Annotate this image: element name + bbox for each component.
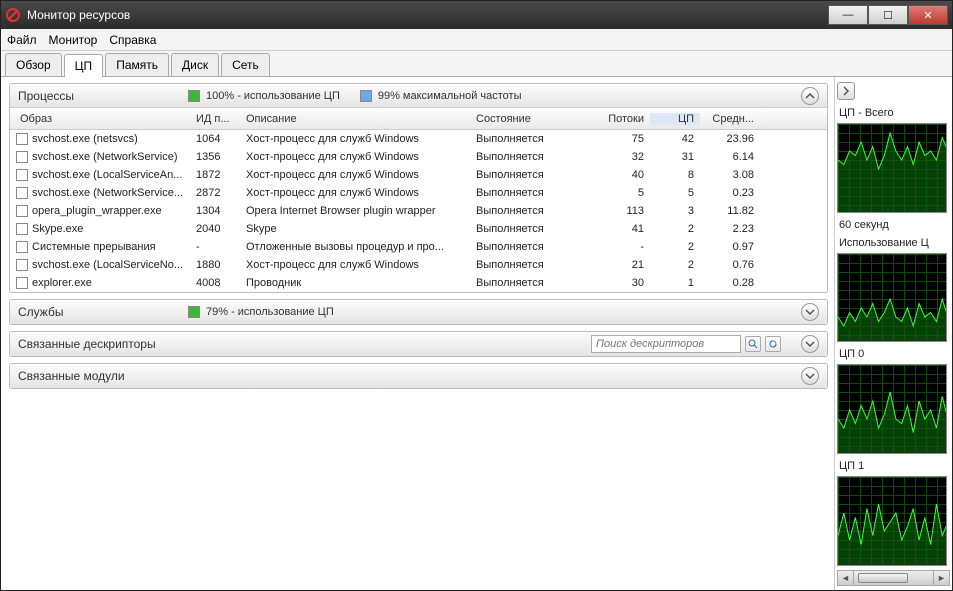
- collapse-button[interactable]: [801, 87, 819, 105]
- close-button[interactable]: ✕: [908, 5, 948, 25]
- side-top: [837, 81, 950, 101]
- graph-label-cpu0: ЦП 0: [837, 346, 950, 360]
- side-panel: ЦП - Всего 60 секунд Использование Ц ЦП …: [834, 77, 952, 590]
- chevron-down-icon: [805, 339, 815, 349]
- tab-disk[interactable]: Диск: [171, 53, 219, 76]
- tab-cpu[interactable]: ЦП: [64, 54, 104, 77]
- tab-memory[interactable]: Память: [105, 53, 169, 76]
- col-avg[interactable]: Средн...: [700, 113, 760, 125]
- table-row[interactable]: opera_plugin_wrapper.exe1304Opera Intern…: [10, 202, 827, 220]
- menubar: Файл Монитор Справка: [1, 29, 952, 51]
- tabbar: Обзор ЦП Память Диск Сеть: [1, 51, 952, 77]
- table-row[interactable]: svchost.exe (netsvcs)1064Хост-процесс дл…: [10, 130, 827, 148]
- table-row[interactable]: explorer.exe4008ПроводникВыполняется3010…: [10, 274, 827, 292]
- row-checkbox[interactable]: [16, 151, 28, 163]
- cpu-usage-meter: 100% - использование ЦП: [188, 90, 340, 102]
- main-panel: Процессы 100% - использование ЦП 99% мак…: [1, 77, 834, 590]
- side-scrollbar[interactable]: ◄ ►: [837, 570, 950, 586]
- window-title: Монитор ресурсов: [27, 8, 828, 22]
- table-header: Образ ИД п... Описание Состояние Потоки …: [10, 108, 827, 130]
- chevron-right-icon: [841, 86, 851, 96]
- refresh-icon: [768, 339, 778, 349]
- table-row[interactable]: svchost.exe (NetworkService)1356Хост-про…: [10, 148, 827, 166]
- search-button[interactable]: [745, 336, 761, 352]
- minimize-button[interactable]: —: [828, 5, 868, 25]
- menu-help[interactable]: Справка: [109, 33, 156, 47]
- table-row[interactable]: Системные прерывания-Отложенные вызовы п…: [10, 238, 827, 256]
- search-icon: [748, 339, 758, 349]
- handles-title: Связанные дескрипторы: [18, 337, 156, 351]
- row-checkbox[interactable]: [16, 187, 28, 199]
- col-threads[interactable]: Потоки: [590, 113, 650, 125]
- services-cpu-meter: 79% - использование ЦП: [188, 306, 334, 318]
- processes-title: Процессы: [18, 89, 168, 103]
- services-panel: Службы 79% - использование ЦП: [9, 299, 828, 325]
- table-row[interactable]: svchost.exe (LocalServiceAn...1872Хост-п…: [10, 166, 827, 184]
- table-row[interactable]: svchost.exe (LocalServiceNo...1880Хост-п…: [10, 256, 827, 274]
- services-header[interactable]: Службы 79% - использование ЦП: [10, 300, 827, 324]
- expand-button[interactable]: [801, 367, 819, 385]
- row-checkbox[interactable]: [16, 277, 28, 289]
- table-row[interactable]: svchost.exe (NetworkService...2872Хост-п…: [10, 184, 827, 202]
- resource-monitor-window: Монитор ресурсов — ☐ ✕ Файл Монитор Спра…: [0, 0, 953, 591]
- graph-label-total: ЦП - Всего: [837, 105, 950, 119]
- tab-network[interactable]: Сеть: [221, 53, 270, 76]
- handles-panel: Связанные дескрипторы: [9, 331, 828, 357]
- modules-title: Связанные модули: [18, 369, 125, 383]
- row-checkbox[interactable]: [16, 259, 28, 271]
- window-buttons: — ☐ ✕: [828, 5, 948, 25]
- chevron-down-icon: [805, 371, 815, 381]
- refresh-button[interactable]: [765, 336, 781, 352]
- green-square-icon: [188, 306, 200, 318]
- menu-file[interactable]: Файл: [7, 33, 37, 47]
- handles-header[interactable]: Связанные дескрипторы: [10, 332, 827, 356]
- app-icon: [5, 7, 21, 23]
- content-area: Процессы 100% - использование ЦП 99% мак…: [1, 77, 952, 590]
- row-checkbox[interactable]: [16, 133, 28, 145]
- row-checkbox[interactable]: [16, 169, 28, 181]
- services-title: Службы: [18, 305, 168, 319]
- modules-header[interactable]: Связанные модули: [10, 364, 827, 388]
- col-pid[interactable]: ИД п...: [190, 113, 240, 125]
- search-box: [591, 335, 781, 353]
- max-freq-meter: 99% максимальной частоты: [360, 90, 522, 102]
- chevron-down-icon: [805, 307, 815, 317]
- graph-label-60s: 60 секунд: [837, 217, 950, 231]
- expand-button[interactable]: [801, 335, 819, 353]
- search-input[interactable]: [591, 335, 741, 353]
- graph-cpu1: [837, 476, 947, 566]
- col-state[interactable]: Состояние: [470, 113, 590, 125]
- row-checkbox[interactable]: [16, 223, 28, 235]
- row-checkbox[interactable]: [16, 241, 28, 253]
- maximize-button[interactable]: ☐: [868, 5, 908, 25]
- scroll-left-icon[interactable]: ◄: [838, 571, 854, 585]
- graph-cpu-total: [837, 123, 947, 213]
- graph-label-usage: Использование Ц: [837, 235, 950, 249]
- processes-header[interactable]: Процессы 100% - использование ЦП 99% мак…: [10, 84, 827, 108]
- row-checkbox[interactable]: [16, 205, 28, 217]
- scroll-thumb[interactable]: [858, 573, 908, 583]
- scroll-right-icon[interactable]: ►: [933, 571, 949, 585]
- chevron-up-icon: [805, 91, 815, 101]
- graph-cpu0: [837, 364, 947, 454]
- processes-panel: Процессы 100% - использование ЦП 99% мак…: [9, 83, 828, 293]
- blue-square-icon: [360, 90, 372, 102]
- col-image[interactable]: Образ: [10, 113, 190, 125]
- process-rows: svchost.exe (netsvcs)1064Хост-процесс дл…: [10, 130, 827, 292]
- green-square-icon: [188, 90, 200, 102]
- titlebar[interactable]: Монитор ресурсов — ☐ ✕: [1, 1, 952, 29]
- modules-panel: Связанные модули: [9, 363, 828, 389]
- table-row[interactable]: Skype.exe2040SkypeВыполняется4122.23: [10, 220, 827, 238]
- col-cpu[interactable]: ЦП: [650, 113, 700, 125]
- expand-button[interactable]: [801, 303, 819, 321]
- graph-label-cpu1: ЦП 1: [837, 458, 950, 472]
- col-desc[interactable]: Описание: [240, 113, 470, 125]
- menu-monitor[interactable]: Монитор: [49, 33, 98, 47]
- tab-overview[interactable]: Обзор: [5, 53, 62, 76]
- side-collapse-button[interactable]: [837, 82, 855, 100]
- graph-cpu-usage: [837, 253, 947, 343]
